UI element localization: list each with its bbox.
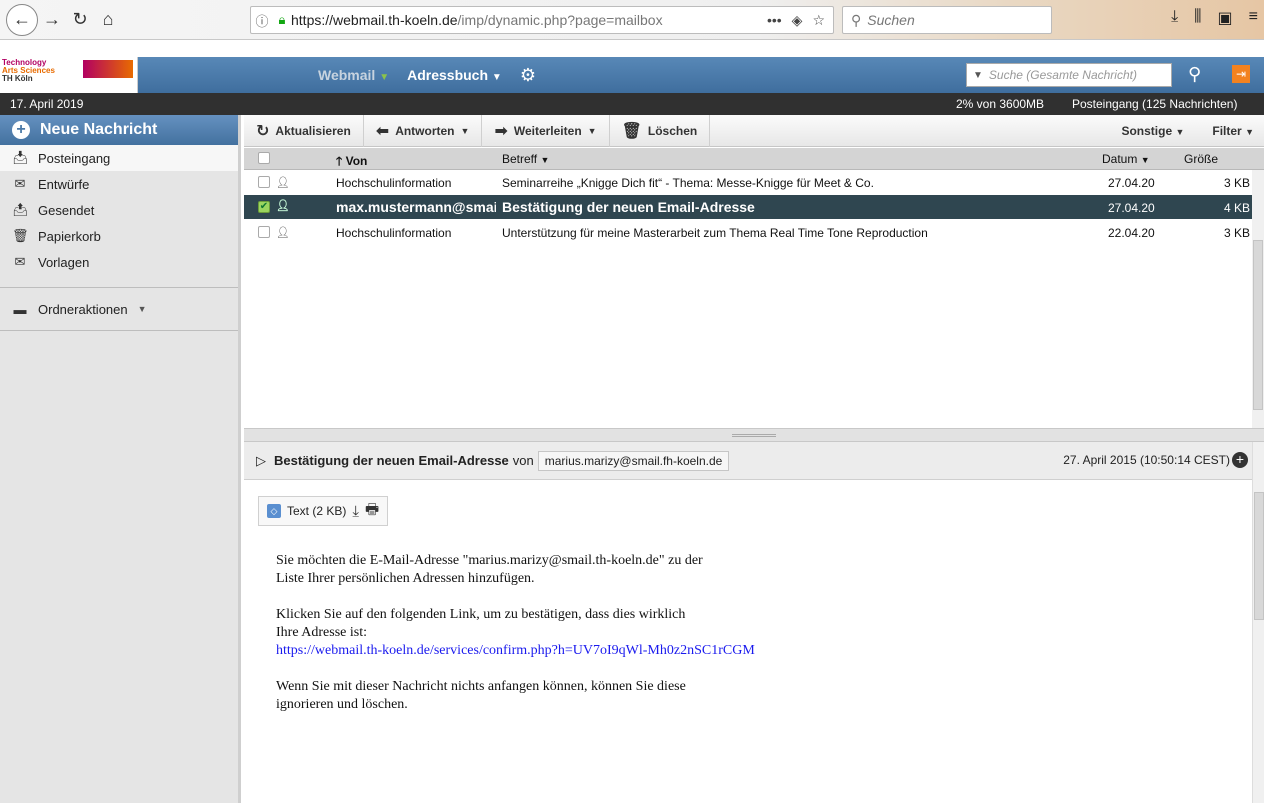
mail-toolbar: ↻ Aktualisieren ⬅ Antworten ▼ ➡ Weiterle… (244, 114, 1264, 147)
divider (0, 287, 238, 288)
browser-toolbar: ← → ↻ ⌂ ⓘ 🔒︎ https://webmail.th-koeln.de… (0, 0, 1264, 40)
scrollbar-thumb[interactable] (1253, 240, 1263, 410)
gear-icon[interactable]: ⚙ (520, 65, 536, 86)
logout-icon[interactable]: ⇥ (1232, 65, 1250, 83)
library-icon[interactable]: ⫼ (1194, 8, 1201, 28)
sent-icon: 📤︎ (12, 202, 29, 217)
sidebar-item-templates[interactable]: ✉ Vorlagen (0, 249, 238, 275)
new-message-button[interactable]: + Neue Nachricht (0, 115, 238, 145)
forward-arrow-icon: ➡ (494, 122, 508, 140)
trash-icon: 🗑︎ (12, 228, 29, 243)
home-icon[interactable]: ⌂ (94, 6, 122, 34)
forward-icon[interactable]: → (38, 6, 66, 34)
templates-icon: ✉ (14, 254, 26, 269)
th-koeln-logo[interactable]: Technology Arts Sciences TH Köln (0, 57, 138, 93)
reload-icon[interactable]: ↻ (66, 6, 94, 34)
folder-actions-button[interactable]: ▬ Ordneraktionen ▼ (0, 296, 238, 322)
forward-button[interactable]: ➡ Weiterleiten ▼ (482, 114, 610, 147)
refresh-icon: ↻ (256, 122, 270, 140)
folder-icon: ▬ (13, 301, 27, 317)
folder-info: Posteingang (125 Nachrichten) (1072, 97, 1238, 111)
trash-icon: 🗑︎ (621, 122, 642, 140)
other-menu-button[interactable]: Sonstige ▼ (1121, 124, 1184, 138)
menu-icon[interactable]: ≡ (1249, 8, 1258, 28)
sidebar-item-trash[interactable]: 🗑︎ Papierkorb (0, 223, 238, 249)
url-text[interactable]: https://webmail.th-koeln.de/imp/dynamic.… (291, 12, 731, 28)
chevron-down-icon: ▼ (137, 304, 147, 314)
reply-icon: ⬅ (375, 122, 390, 140)
text-file-icon: ◇ (267, 504, 281, 518)
plus-icon[interactable]: + (1232, 452, 1248, 468)
message-text: Sie möchten die E-Mail-Adresse "marius.m… (276, 553, 755, 712)
select-all-checkbox[interactable] (258, 152, 270, 164)
page-actions-icon[interactable]: ••• (767, 12, 782, 29)
menu-addressbook[interactable]: Adressbuch ▼ (407, 67, 502, 83)
sidebar-icon[interactable]: ▣ (1218, 8, 1233, 28)
quota-info: 2% von 3600MB (956, 97, 1045, 111)
column-subject[interactable]: Betreff ▼ (502, 152, 549, 166)
info-icon[interactable]: ⓘ (251, 11, 273, 30)
search-icon[interactable]: ⚲ (1188, 64, 1201, 85)
divider (0, 330, 238, 331)
person-icon: 👤︎ (276, 177, 290, 189)
table-row[interactable]: ✔ 👤︎ max.mustermann@smail.th-koeln.de Be… (244, 195, 1252, 219)
back-icon[interactable]: ← (6, 3, 38, 36)
chevron-down-icon: ▼ (587, 125, 597, 136)
preview-subject: Bestätigung der neuen Email-Adresse (274, 453, 509, 468)
preview-header: ▷ Bestätigung der neuen Email-Adresse vo… (244, 442, 1252, 480)
download-icon[interactable]: ⤓ (352, 503, 359, 520)
chevron-down-icon: ▼ (460, 125, 470, 136)
table-row[interactable]: 👤︎ Hochschulinformation Unterstützung fü… (244, 220, 1252, 244)
plus-icon: + (12, 121, 30, 139)
url-bar[interactable]: ⓘ 🔒︎ https://webmail.th-koeln.de/imp/dyn… (250, 6, 834, 34)
app-header: Technology Arts Sciences TH Köln Webmail… (0, 57, 1264, 93)
preview-body: ◇ Text (2 KB) ⤓ 🖶︎ Sie möchten die E-Mai… (244, 480, 1252, 803)
list-scrollbar[interactable] (1252, 170, 1264, 428)
drafts-icon: ✉ (14, 176, 26, 191)
search-scope-dropdown[interactable]: ▼ (973, 70, 983, 81)
pane-splitter[interactable] (244, 428, 1264, 442)
menu-webmail[interactable]: Webmail ▼ (318, 67, 389, 83)
current-date: 17. April 2019 (10, 97, 84, 111)
browser-search-input[interactable]: ⚲ Suchen (842, 6, 1052, 34)
sender-address[interactable]: marius.marizy@smail.fh-koeln.de (537, 450, 730, 471)
logo-graphic (83, 60, 133, 78)
message-list-header: 🡑 Von Betreff ▼ Datum ▼ Größe (244, 148, 1264, 170)
expand-triangle-icon[interactable]: ▷ (256, 453, 266, 469)
bookmark-star-icon[interactable]: ☆ (812, 12, 825, 29)
column-date[interactable]: Datum ▼ (1102, 152, 1150, 166)
reply-button[interactable]: ⬅ Antworten ▼ (364, 114, 483, 147)
print-icon[interactable]: 🖶︎ (365, 499, 379, 524)
pocket-icon[interactable]: ◈ (792, 12, 803, 29)
person-icon: 👤︎ (276, 200, 290, 212)
row-checkbox[interactable]: ✔ (258, 201, 270, 213)
inbox-icon: 📥︎ (12, 150, 29, 165)
scrollbar-thumb[interactable] (1254, 492, 1264, 620)
download-icon[interactable]: ⤓ (1171, 8, 1178, 28)
column-size[interactable]: Größe (1184, 152, 1218, 166)
filter-menu-button[interactable]: Filter ▼ (1212, 124, 1254, 138)
delete-button[interactable]: 🗑︎ Löschen (610, 114, 711, 147)
mail-search-input[interactable]: ▼ Suche (Gesamte Nachricht) (966, 63, 1172, 87)
sidebar-item-inbox[interactable]: 📥︎ Posteingang (0, 145, 238, 171)
splitter-grip[interactable] (732, 434, 776, 437)
table-row[interactable]: 👤︎ Hochschulinformation Seminarreihe „Kn… (244, 170, 1252, 194)
sidebar-item-sent[interactable]: 📤︎ Gesendet (0, 197, 238, 223)
confirm-link[interactable]: https://webmail.th-koeln.de/services/con… (276, 643, 755, 658)
sidebar-item-drafts[interactable]: ✉ Entwürfe (0, 171, 238, 197)
info-bar: 17. April 2019 2% von 3600MB Posteingang… (0, 93, 1264, 115)
preview-date: 27. April 2015 (10:50:14 CEST) (1063, 453, 1230, 467)
row-checkbox[interactable] (258, 176, 270, 188)
lock-icon[interactable]: 🔒︎ (273, 12, 291, 28)
person-icon: 👤︎ (276, 227, 290, 239)
refresh-button[interactable]: ↻ Aktualisieren (244, 114, 364, 147)
row-checkbox[interactable] (258, 226, 270, 238)
sidebar: + Neue Nachricht 📥︎ Posteingang ✉ Entwür… (0, 115, 241, 803)
preview-scrollbar[interactable] (1252, 442, 1264, 803)
search-icon: ⚲ (851, 11, 862, 28)
attachment-text[interactable]: ◇ Text (2 KB) ⤓ 🖶︎ (258, 496, 389, 526)
message-list: 👤︎ Hochschulinformation Seminarreihe „Kn… (244, 170, 1252, 428)
